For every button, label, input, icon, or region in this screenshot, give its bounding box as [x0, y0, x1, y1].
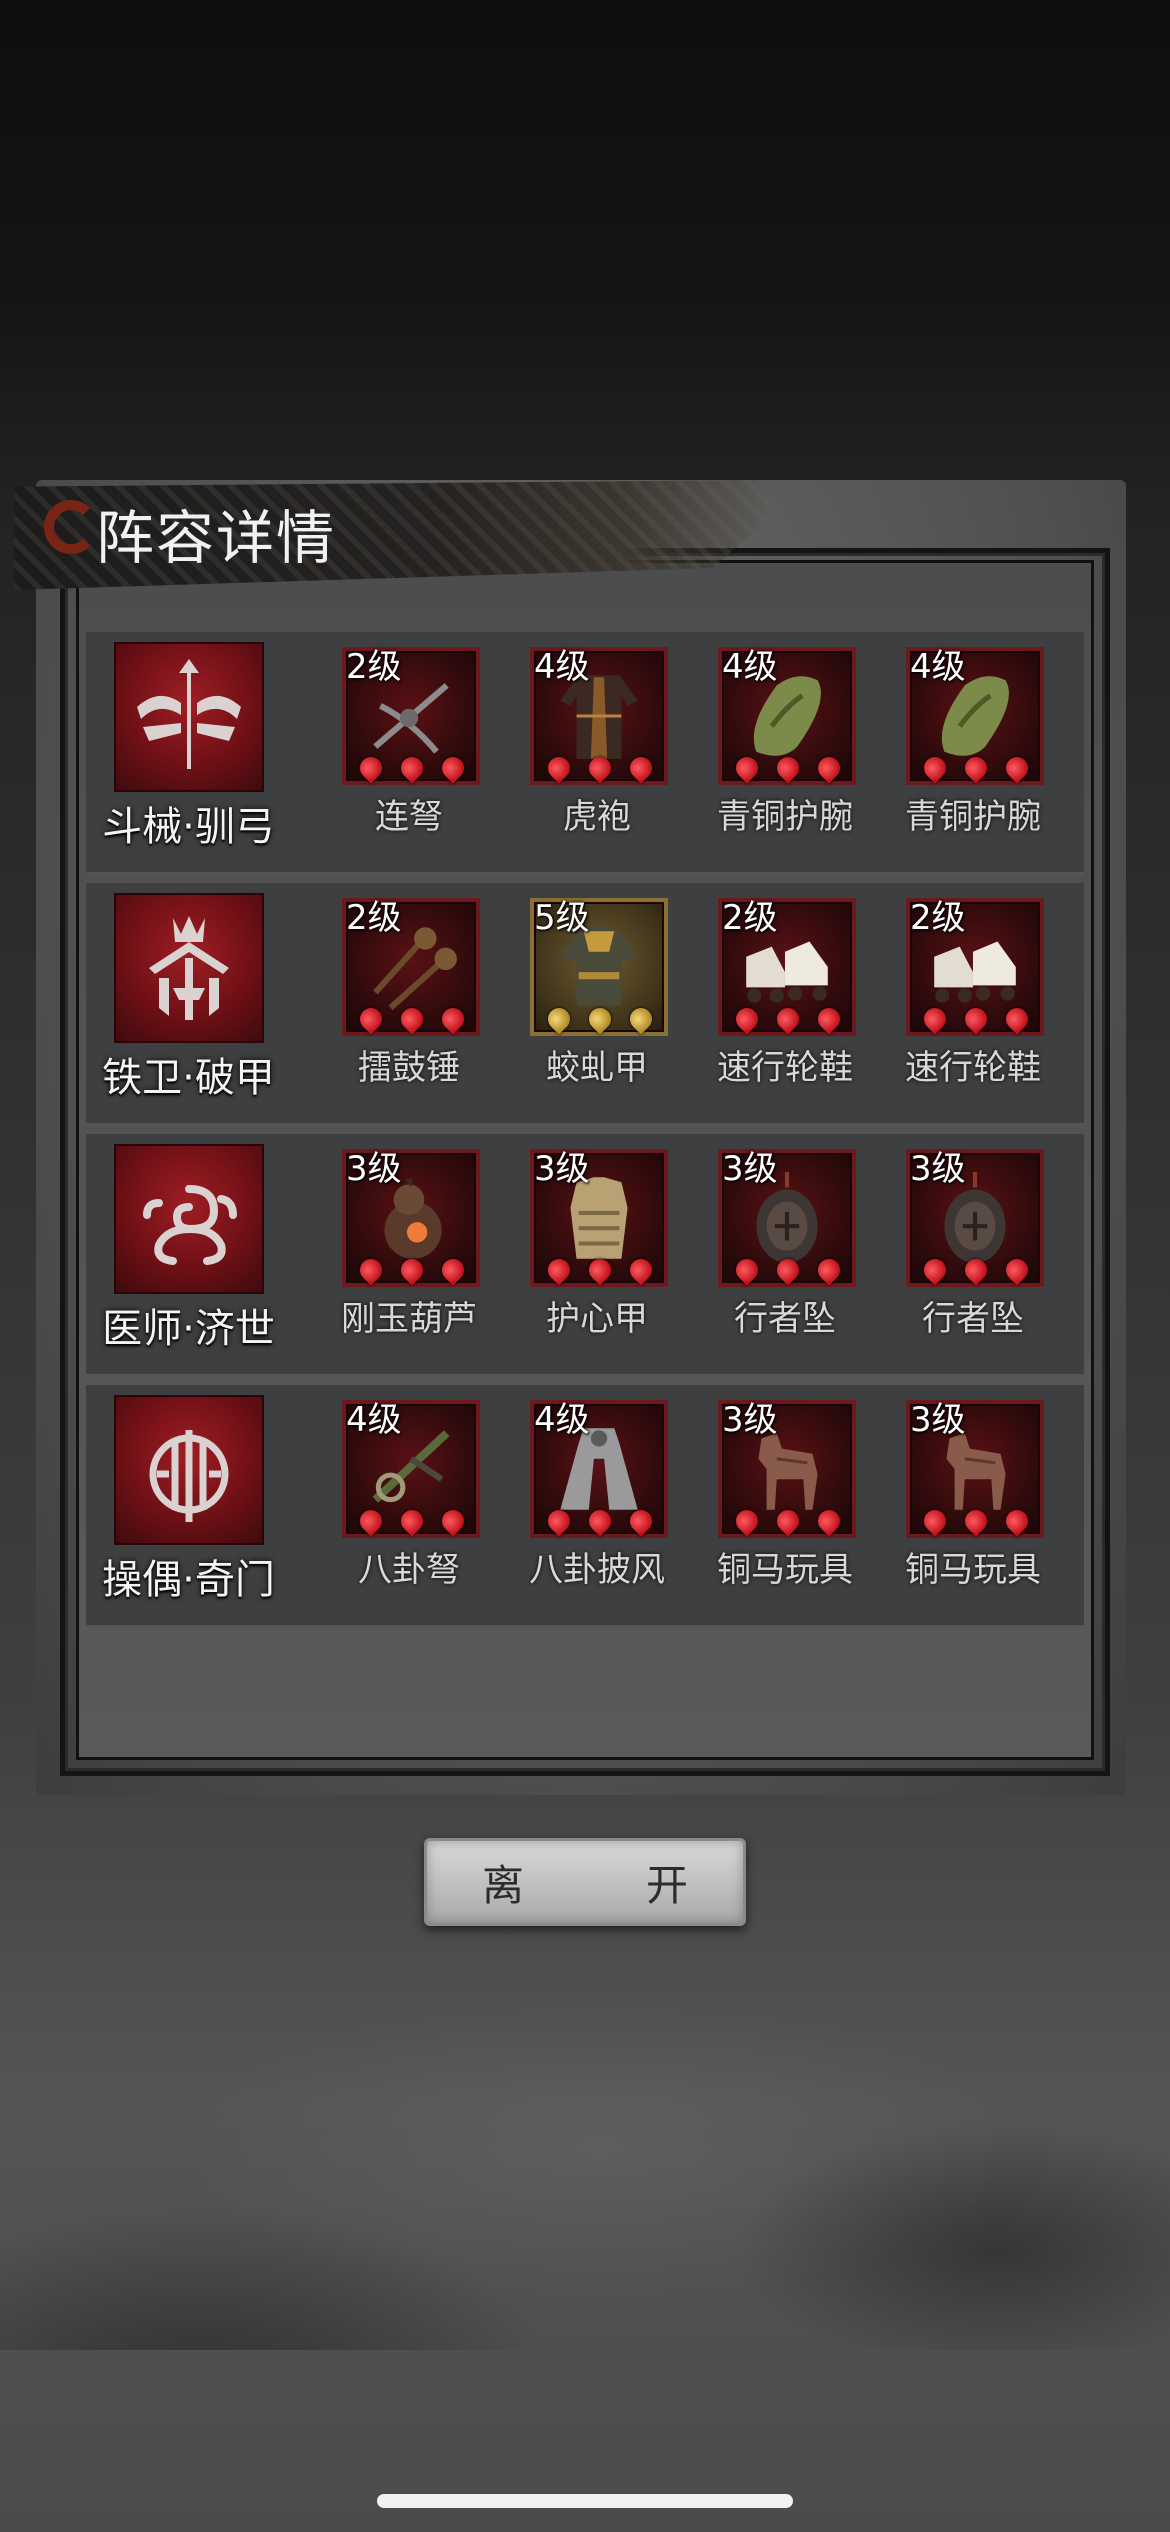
item-name: 八卦弩	[358, 1550, 460, 1590]
role-slot[interactable]: 医师·济世	[86, 1134, 286, 1374]
home-indicator[interactable]	[377, 2494, 793, 2508]
item-name: 虎袍	[563, 797, 631, 837]
star-pips	[919, 1003, 1033, 1035]
star-pips	[919, 752, 1033, 784]
equipment-slot[interactable]: 4级 八卦弩	[334, 1400, 484, 1620]
equipment-slot[interactable]: 3级 行者坠	[898, 1149, 1048, 1369]
star-pips	[355, 1003, 469, 1035]
star-pips	[731, 1003, 845, 1035]
item-level: 5级	[534, 898, 590, 938]
star-pips	[919, 1254, 1033, 1286]
star-pips	[731, 752, 845, 784]
swirl-icon	[44, 500, 98, 554]
item-level: 3级	[722, 1149, 778, 1189]
cloud-swirl-emblem-icon	[114, 1144, 264, 1294]
item-level: 4级	[534, 1400, 590, 1440]
star-pips	[543, 1254, 657, 1286]
item-name: 擂鼓锤	[358, 1048, 460, 1088]
equipment-slot[interactable]: 5级 蛟虬甲	[522, 898, 672, 1118]
equipment-slot[interactable]: 2级 速行轮鞋	[898, 898, 1048, 1118]
item-level: 4级	[722, 647, 778, 687]
lineup-row: 铁卫·破甲 2级 擂鼓锤 5级 蛟虬甲 2级 速行轮鞋 2级 速行轮鞋	[86, 883, 1084, 1126]
item-name: 行者坠	[922, 1299, 1024, 1339]
item-name: 青铜护腕	[905, 797, 1041, 837]
page-title: 阵容详情	[96, 504, 337, 572]
equipment-slot[interactable]: 2级 速行轮鞋	[710, 898, 860, 1118]
bow-emblem-icon	[114, 642, 264, 792]
star-pips	[355, 1254, 469, 1286]
role-slot[interactable]: 斗械·驯弓	[86, 632, 286, 872]
role-slot[interactable]: 操偶·奇门	[86, 1385, 286, 1625]
leave-button[interactable]: 离 开	[424, 1838, 746, 1926]
item-level: 4级	[346, 1400, 402, 1440]
equipment-slot[interactable]: 3级 护心甲	[522, 1149, 672, 1369]
item-name: 速行轮鞋	[717, 1048, 853, 1088]
item-level: 3级	[346, 1149, 402, 1189]
item-level: 3级	[910, 1149, 966, 1189]
lineup-row: 斗械·驯弓 2级 连弩 4级 虎袍 4级 青铜护腕 4级 青铜护腕	[86, 632, 1084, 875]
equipment-slot[interactable]: 4级 青铜护腕	[710, 647, 860, 867]
item-name: 速行轮鞋	[905, 1048, 1041, 1088]
crown-shield-emblem-icon	[114, 893, 264, 1043]
puppet-gear-emblem-icon	[114, 1395, 264, 1545]
star-pips	[919, 1505, 1033, 1537]
equipment-slot[interactable]: 4级 八卦披风	[522, 1400, 672, 1620]
star-pips	[731, 1505, 845, 1537]
item-level: 4级	[910, 647, 966, 687]
item-level: 3级	[534, 1149, 590, 1189]
item-level: 2级	[346, 898, 402, 938]
equipment-slot[interactable]: 3级 刚玉葫芦	[334, 1149, 484, 1369]
item-name: 铜马玩具	[905, 1550, 1041, 1590]
item-name: 刚玉葫芦	[341, 1299, 477, 1339]
star-pips	[731, 1254, 845, 1286]
item-name: 蛟虬甲	[546, 1048, 648, 1088]
star-pips	[543, 1505, 657, 1537]
item-name: 铜马玩具	[717, 1550, 853, 1590]
lineup-row: 操偶·奇门 4级 八卦弩 4级 八卦披风 3级 铜马玩具 3级 铜马玩具	[86, 1385, 1084, 1628]
role-name: 医师·济世	[102, 1306, 275, 1352]
item-name: 青铜护腕	[717, 797, 853, 837]
item-level: 2级	[722, 898, 778, 938]
item-name: 八卦披风	[529, 1550, 665, 1590]
star-pips	[355, 1505, 469, 1537]
equipment-slot[interactable]: 3级 铜马玩具	[898, 1400, 1048, 1620]
equipment-slot[interactable]: 3级 行者坠	[710, 1149, 860, 1369]
item-level: 3级	[910, 1400, 966, 1440]
equipment-slot[interactable]: 3级 铜马玩具	[710, 1400, 860, 1620]
item-name: 行者坠	[734, 1299, 836, 1339]
item-name: 护心甲	[546, 1299, 648, 1339]
role-name: 铁卫·破甲	[102, 1055, 275, 1101]
star-pips	[543, 1003, 657, 1035]
star-pips	[355, 752, 469, 784]
item-level: 4级	[534, 647, 590, 687]
equipment-slot[interactable]: 2级 擂鼓锤	[334, 898, 484, 1118]
role-name: 操偶·奇门	[102, 1557, 275, 1603]
item-name: 连弩	[375, 797, 443, 837]
lineup-row: 医师·济世 3级 刚玉葫芦 3级 护心甲 3级 行者坠 3级 行者坠	[86, 1134, 1084, 1377]
role-slot[interactable]: 铁卫·破甲	[86, 883, 286, 1123]
equipment-slot[interactable]: 4级 虎袍	[522, 647, 672, 867]
item-level: 3级	[722, 1400, 778, 1440]
equipment-slot[interactable]: 2级 连弩	[334, 647, 484, 867]
item-level: 2级	[910, 898, 966, 938]
star-pips	[543, 752, 657, 784]
equipment-slot[interactable]: 4级 青铜护腕	[898, 647, 1048, 867]
role-name: 斗械·驯弓	[102, 804, 275, 850]
item-level: 2级	[346, 647, 402, 687]
